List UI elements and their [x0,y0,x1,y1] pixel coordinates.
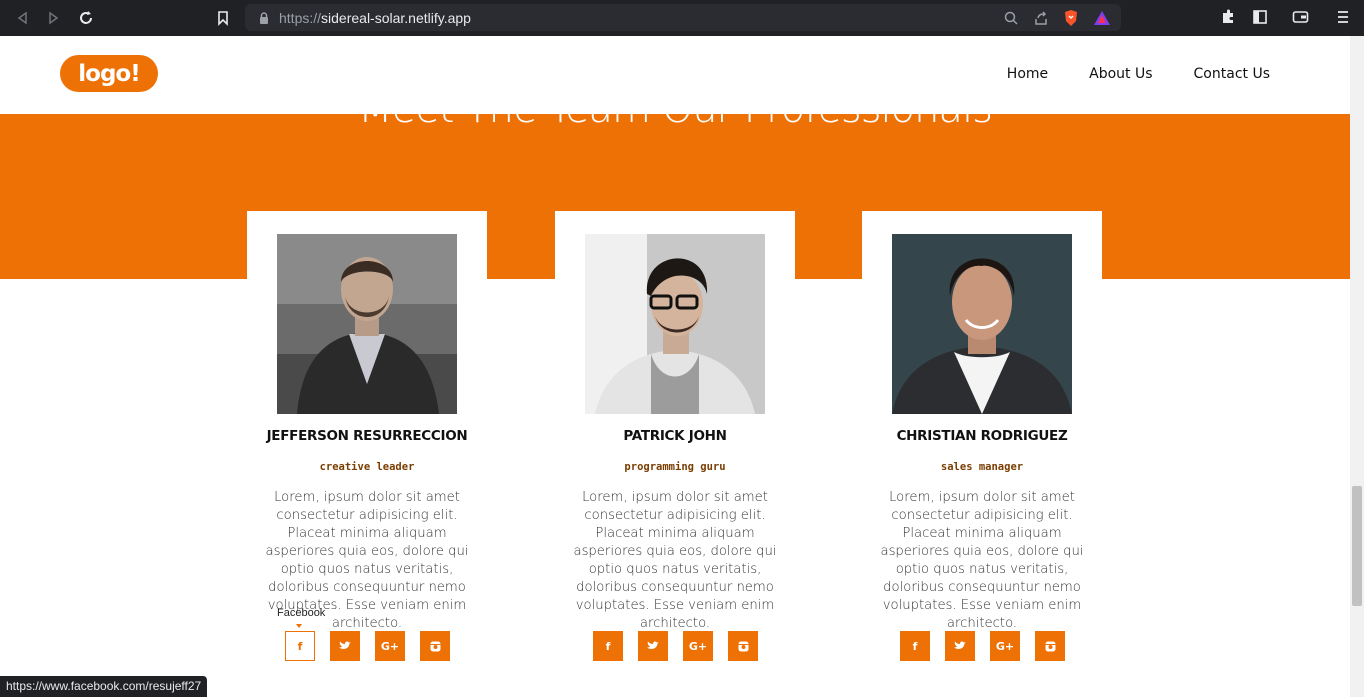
page-scrollbar[interactable] [1350,36,1364,697]
facebook-icon[interactable]: f [285,631,315,661]
instagram-icon[interactable] [1035,631,1065,661]
google-plus-icon[interactable]: G+ [375,631,405,661]
browser-toolbar: https://sidereal-solar.netlify.app [0,0,1364,36]
page-viewport: Meet The Team Our Professionals logo! Ho… [0,36,1350,697]
member-role: programming guru [624,461,726,473]
lock-icon [260,11,268,24]
sidebar-toggle-icon[interactable] [1252,9,1268,25]
nav-home[interactable]: Home [1007,66,1048,82]
url-text: https://sidereal-solar.netlify.app [279,9,471,26]
address-bar[interactable]: https://sidereal-solar.netlify.app [245,4,1121,31]
main-nav: Home About Us Contact Us [1007,66,1270,82]
team-card-patrick: PATRICK JOHN programming guru Lorem, ips… [555,211,795,681]
team-photo [277,234,457,414]
twitter-icon[interactable] [330,631,360,661]
member-bio: Lorem, ipsum dolor sit amet consectetur … [880,490,1084,631]
extensions-icon[interactable] [1220,9,1236,25]
facebook-icon[interactable]: f [900,631,930,661]
team-photo [585,234,765,414]
back-icon[interactable] [8,3,38,33]
google-plus-icon[interactable]: G+ [990,631,1020,661]
nav-contact-us[interactable]: Contact Us [1194,66,1270,82]
site-logo[interactable]: logo! [60,55,158,92]
wallet-icon[interactable] [1292,9,1309,25]
team-card-christian: CHRISTIAN RODRIGUEZ sales manager Lorem,… [862,211,1102,681]
twitter-icon[interactable] [945,631,975,661]
forward-icon[interactable] [38,3,68,33]
bookmark-icon[interactable] [208,3,238,33]
member-name: JEFFERSON RESURRECCION [266,428,468,444]
member-bio: Lorem, ipsum dolor sit amet consectetur … [573,490,777,631]
member-name: CHRISTIAN RODRIGUEZ [896,428,1068,444]
menu-icon[interactable] [1336,9,1350,25]
instagram-icon[interactable] [728,631,758,661]
scrollbar-thumb[interactable] [1352,486,1362,606]
facebook-tooltip: Facebook [277,607,326,619]
tooltip-arrow [296,624,302,628]
facebook-icon[interactable]: f [593,631,623,661]
brave-rewards-icon[interactable] [1093,10,1111,26]
social-links: f G+ [285,631,450,661]
reload-icon[interactable] [71,3,101,33]
instagram-icon[interactable] [420,631,450,661]
zoom-icon[interactable] [1003,10,1019,26]
twitter-icon[interactable] [638,631,668,661]
nav-about-us[interactable]: About Us [1089,66,1152,82]
link-status-bar: https://www.facebook.com/resujeff27 [0,676,208,697]
share-icon[interactable] [1033,10,1049,26]
member-role: creative leader [319,461,415,473]
site-header: logo! Home About Us Contact Us [0,36,1350,114]
team-photo [892,234,1072,414]
brave-shield-icon[interactable] [1063,9,1079,27]
google-plus-icon[interactable]: G+ [683,631,713,661]
member-name: PATRICK JOHN [623,428,727,444]
social-links: f G+ [593,631,758,661]
member-role: sales manager [940,461,1024,473]
logo-text: logo! [78,60,140,87]
social-links: f G+ [900,631,1065,661]
